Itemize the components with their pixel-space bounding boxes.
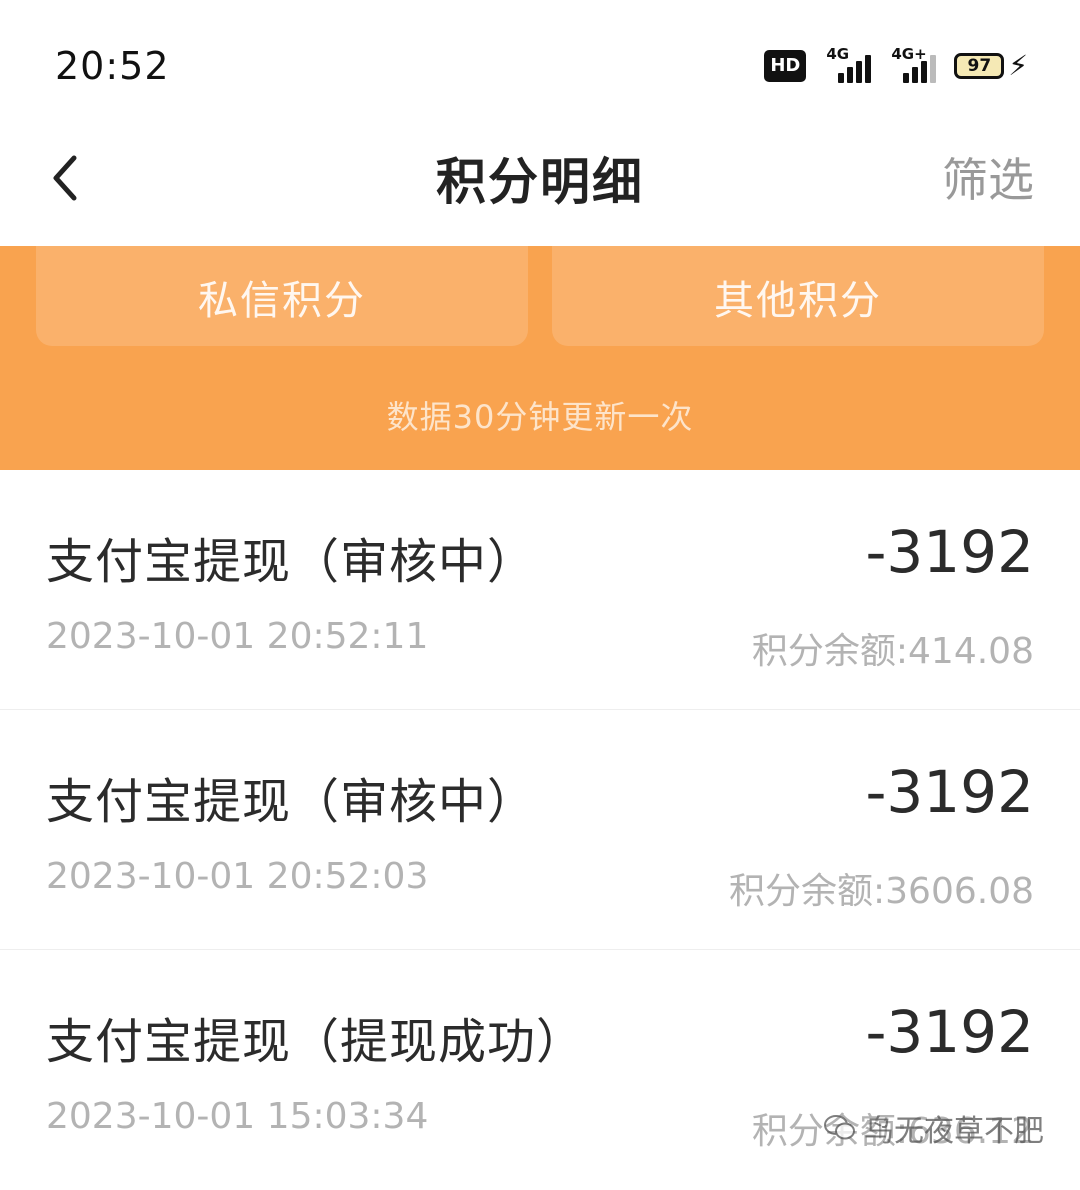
private-message-points-card[interactable]: 私信积分 (36, 226, 528, 346)
record-title: 支付宝提现（审核中） (46, 762, 536, 832)
charging-icon: ⚡ (1008, 53, 1028, 79)
hd-voice-icon: HD (764, 50, 806, 82)
status-icons: HD 4G 4G+ 97 ⚡ (764, 46, 1028, 86)
filter-button[interactable]: 筛选 (942, 144, 1034, 210)
other-points-card[interactable]: 其他积分 (552, 226, 1044, 346)
record-time: 2023-10-01 20:52:11 (46, 616, 428, 657)
record-amount: -3192 (865, 998, 1034, 1066)
record-balance: 积分余额:3606.08 (729, 862, 1034, 914)
points-summary-panel: 私信积分 其他积分 数据30分钟更新一次 (0, 246, 1080, 470)
update-note: 数据30分钟更新一次 (0, 392, 1080, 438)
record-title: 支付宝提现（提现成功） (46, 1002, 585, 1072)
status-bar: 20:52 HD 4G 4G+ 97 ⚡ (0, 0, 1080, 120)
record-time: 2023-10-01 20:52:03 (46, 856, 428, 897)
signal-4g-plus-icon: 4G+ (889, 49, 936, 83)
card-label: 其他积分 (552, 268, 1044, 326)
signal-4g-icon: 4G (824, 49, 871, 83)
status-time: 20:52 (55, 44, 170, 88)
network-type-label: 4G (826, 45, 849, 63)
record-amount: -3192 (865, 518, 1034, 586)
network-type-label: 4G+ (891, 45, 926, 63)
record-time: 2023-10-01 15:03:34 (46, 1096, 428, 1137)
page-title: 积分明细 (0, 142, 1080, 214)
list-item[interactable]: 支付宝提现（审核中） -3192 2023-10-01 20:52:11 积分余… (0, 470, 1080, 710)
list-item[interactable]: 支付宝提现（审核中） -3192 2023-10-01 20:52:03 积分余… (0, 710, 1080, 950)
watermark-text: 鸟无夜草不肥 (864, 1106, 1044, 1150)
watermark: 鸟无夜草不肥 (824, 1106, 1044, 1150)
card-label: 私信积分 (36, 268, 528, 326)
record-amount: -3192 (865, 758, 1034, 826)
battery-level: 97 (954, 53, 1004, 79)
battery-icon: 97 ⚡ (954, 53, 1028, 79)
record-title: 支付宝提现（审核中） (46, 522, 536, 592)
list-item[interactable]: 支付宝提现（提现成功） -3192 2023-10-01 15:03:34 积分… (0, 950, 1080, 1190)
wechat-icon (824, 1114, 856, 1142)
points-record-list: 支付宝提现（审核中） -3192 2023-10-01 20:52:11 积分余… (0, 470, 1080, 1190)
record-balance: 积分余额:414.08 (752, 622, 1034, 674)
